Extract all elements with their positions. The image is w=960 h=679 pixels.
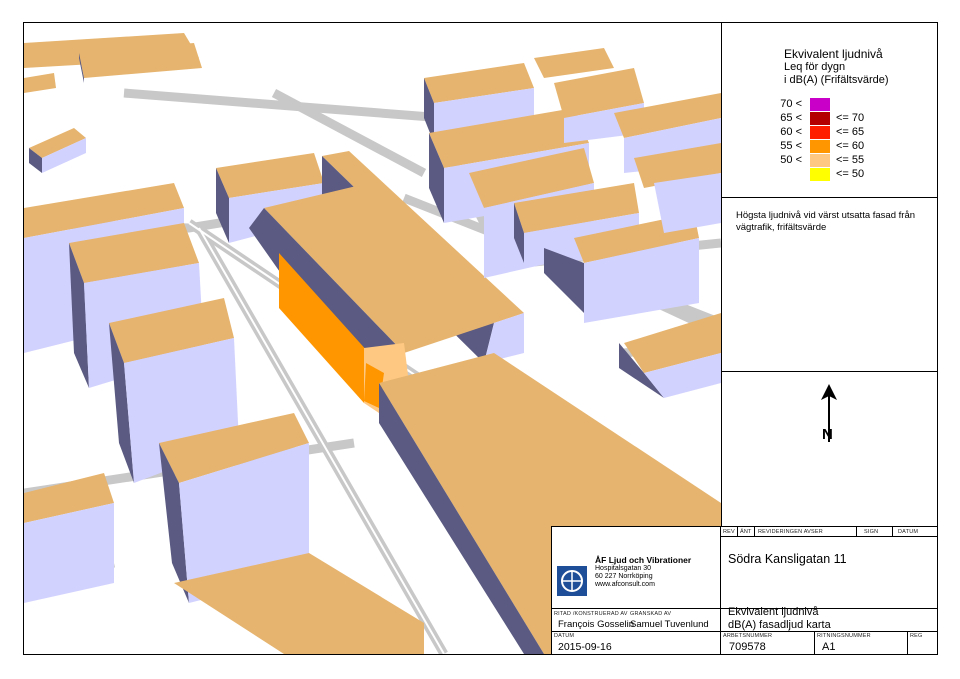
granskad-by: Samuel Tuvenlund <box>630 619 709 630</box>
reg-label: REG <box>910 633 923 639</box>
legend-row-lower: 60 < <box>780 126 802 138</box>
building-left-ground <box>24 473 114 603</box>
building-top-left-2 <box>24 73 86 173</box>
legend-unit: i dB(A) (Frifältsvärde) <box>784 74 889 86</box>
legend-row-upper: <= 65 <box>836 126 865 138</box>
legend-row-upper: <= 60 <box>836 140 865 152</box>
drawing-frame: Ekvivalent ljudnivå Leq för dygn i dB(A)… <box>23 22 938 655</box>
legend-row-upper: <= 50 <box>836 168 865 180</box>
hdr-sign: SIGN <box>864 529 879 535</box>
hdr-datum: DATUM <box>898 529 919 535</box>
hdr-rev: REV <box>723 529 735 535</box>
datum-label: DATUM <box>554 633 575 639</box>
granskad-label: GRANSKAD AV <box>630 611 672 617</box>
project-name: Södra Kansligatan 11 <box>728 552 847 566</box>
legend-row-upper: <= 70 <box>836 112 865 124</box>
legend-row-lower: 65 < <box>780 112 802 124</box>
af-logo <box>557 566 587 596</box>
company-address2: 60 227 Norrköping <box>595 573 653 580</box>
legend-row: 50 < <= 55 <box>722 154 937 167</box>
legend-row: <= 50 <box>722 168 937 181</box>
north-letter: N <box>822 426 833 442</box>
drawing-title-2: dB(A) fasadljud karta <box>728 619 831 631</box>
arbetsnummer: 709578 <box>729 641 766 653</box>
legend-note: Högsta ljudnivå vid värst utsatta fasad … <box>736 210 916 233</box>
arbetsnummer-label: ARBETSNUMMER <box>723 633 773 639</box>
legend-swatch <box>810 98 830 111</box>
legend-row: 60 < <= 65 <box>722 126 937 139</box>
company-website: www.afconsult.com <box>595 581 655 588</box>
ritad-by: François Gosselin <box>558 619 635 630</box>
hdr-ant: ÄNT <box>740 529 752 535</box>
legend-swatch <box>810 140 830 153</box>
legend-swatch <box>810 168 830 181</box>
legend-row: 70 < <box>722 98 937 111</box>
drawing-title-1: Ekvivalent ljudnivå <box>728 606 819 618</box>
ritningsnummer: A1 <box>822 641 836 653</box>
hdr-revision: REVIDERINGEN AVSER <box>758 529 823 535</box>
legend-row-upper: <= 55 <box>836 154 865 166</box>
legend-subtitle: Leq för dygn <box>784 61 846 73</box>
legend-swatch <box>810 112 830 125</box>
legend-note-box: Högsta ljudnivå vid värst utsatta fasad … <box>722 198 937 372</box>
building-left-tall-4 <box>159 413 424 654</box>
legend-swatch <box>810 154 830 167</box>
legend-box: Ekvivalent ljudnivå Leq för dygn i dB(A)… <box>722 23 937 198</box>
ritad-label: RITAD /KONSTRUERAD AV <box>554 611 628 617</box>
company-name: ÅF Ljud och Vibrationer <box>595 555 692 565</box>
title-block: REV ÄNT REVIDERINGEN AVSER SIGN DATUM ÅF… <box>551 526 937 654</box>
drawing-date: 2015-09-16 <box>558 641 612 653</box>
legend-row: 55 < <= 60 <box>722 140 937 153</box>
company-address1: Hospitalsgatan 30 <box>595 565 652 572</box>
north-arrow-box: N <box>722 372 937 504</box>
legend-swatch <box>810 126 830 139</box>
legend-row: 65 < <= 70 <box>722 112 937 125</box>
legend-title: Ekvivalent ljudnivå <box>784 47 883 61</box>
legend-row-lower: 70 < <box>780 98 802 110</box>
north-arrow-icon: N <box>821 384 837 442</box>
legend-row-lower: 50 < <box>780 154 802 166</box>
ritningsnummer-label: RITNINGSNUMMER <box>817 633 871 639</box>
legend-row-lower: 55 < <box>780 140 802 152</box>
